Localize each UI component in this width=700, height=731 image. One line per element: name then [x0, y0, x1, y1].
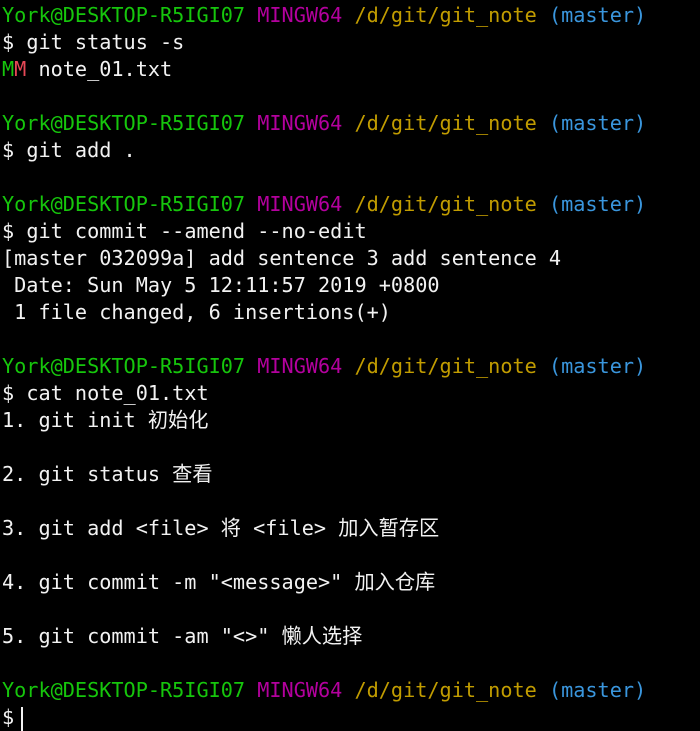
- status-file-name: note_01.txt: [38, 57, 173, 81]
- prompt-user-host: York@DESKTOP-R5IGI07: [2, 354, 246, 378]
- prompt-line: York@DESKTOP-R5IGI07 MINGW64 /d/git/git_…: [2, 353, 700, 380]
- prompt-path: /d/git/git_note: [354, 111, 537, 135]
- text-cursor[interactable]: [21, 706, 24, 731]
- prompt-user-host: York@DESKTOP-R5IGI07: [2, 3, 246, 27]
- prompt-msystem: MINGW64: [257, 3, 343, 27]
- file-content-line: 2. git status 查看: [2, 462, 213, 486]
- prompt-line: York@DESKTOP-R5IGI07 MINGW64 /d/git/git_…: [2, 191, 700, 218]
- prompt-symbol: $: [2, 219, 15, 243]
- command-text: git status -s: [26, 30, 185, 54]
- prompt-user-host: York@DESKTOP-R5IGI07: [2, 111, 246, 135]
- status-output-line: MM note_01.txt: [2, 56, 700, 83]
- prompt-msystem: MINGW64: [257, 678, 343, 702]
- file-content-line: 1. git init 初始化: [2, 408, 209, 432]
- prompt-branch: (master): [548, 3, 647, 27]
- prompt-symbol: $: [2, 30, 15, 54]
- commit-date-line: Date: Sun May 5 12:11:57 2019 +0800: [2, 273, 440, 297]
- prompt-path: /d/git/git_note: [354, 192, 537, 216]
- file-content-line: 5. git commit -am "<>" 懒人选择: [2, 624, 363, 648]
- terminal-window[interactable]: York@DESKTOP-R5IGI07 MINGW64 /d/git/git_…: [0, 0, 700, 731]
- command-text: cat note_01.txt: [26, 381, 209, 405]
- command-line: $ git status -s: [2, 29, 700, 56]
- prompt-msystem: MINGW64: [257, 111, 343, 135]
- commit-output-line: [master 032099a] add sentence 3 add sent…: [2, 246, 562, 270]
- prompt-symbol: $: [2, 381, 15, 405]
- command-text: git commit --amend --no-edit: [26, 219, 367, 243]
- prompt-symbol: $: [2, 138, 15, 162]
- command-line: $ cat note_01.txt: [2, 380, 700, 407]
- prompt-msystem: MINGW64: [257, 354, 343, 378]
- prompt-user-host: York@DESKTOP-R5IGI07: [2, 192, 246, 216]
- prompt-branch: (master): [548, 111, 647, 135]
- status-flag-staged: M: [2, 57, 15, 81]
- prompt-branch: (master): [548, 354, 647, 378]
- prompt-path: /d/git/git_note: [354, 354, 537, 378]
- prompt-branch: (master): [548, 678, 647, 702]
- command-line: $ git add .: [2, 137, 700, 164]
- prompt-branch: (master): [548, 192, 647, 216]
- prompt-msystem: MINGW64: [257, 192, 343, 216]
- file-content-line: 3. git add <file> 将 <file> 加入暂存区: [2, 516, 440, 540]
- prompt-path: /d/git/git_note: [354, 3, 537, 27]
- prompt-path: /d/git/git_note: [354, 678, 537, 702]
- active-input-line[interactable]: $: [2, 704, 700, 731]
- prompt-user-host: York@DESKTOP-R5IGI07: [2, 678, 246, 702]
- prompt-line: York@DESKTOP-R5IGI07 MINGW64 /d/git/git_…: [2, 2, 700, 29]
- file-content-line: 4. git commit -m "<message>" 加入仓库: [2, 570, 436, 594]
- status-flag-unstaged: M: [14, 57, 27, 81]
- command-line: $ git commit --amend --no-edit: [2, 218, 700, 245]
- prompt-line: York@DESKTOP-R5IGI07 MINGW64 /d/git/git_…: [2, 677, 700, 704]
- prompt-symbol: $: [2, 705, 15, 729]
- command-text: git add .: [26, 138, 136, 162]
- commit-summary-line: 1 file changed, 6 insertions(+): [2, 300, 391, 324]
- prompt-line: York@DESKTOP-R5IGI07 MINGW64 /d/git/git_…: [2, 110, 700, 137]
